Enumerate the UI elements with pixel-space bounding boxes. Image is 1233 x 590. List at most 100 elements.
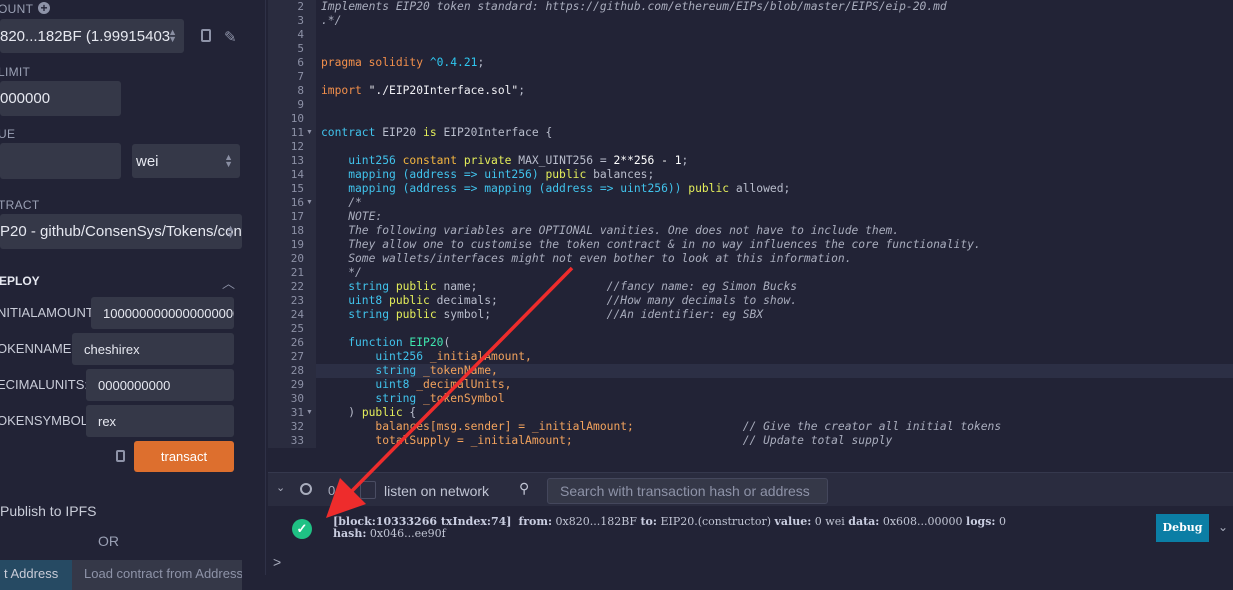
code-line: function EIP20( [321,336,450,350]
line-number: 5 [297,42,304,55]
code-line: .*/ [321,14,341,28]
code-token: _tokenSymbol [423,392,505,405]
code-token: // Update total supply [742,434,893,447]
terminal-search-input[interactable]: Search with transaction hash or address [547,478,828,504]
code-token: */ [321,266,362,279]
code-token: Implements EIP20 token standard: https:/… [321,0,947,13]
log-key: logs: [966,515,996,528]
code-token: "./EIP20Interface.sol" [368,84,519,97]
code-token: public [395,308,444,321]
code-line: They allow one to customise the token co… [321,238,981,252]
code-editor[interactable]: 2 3 4 5 6 7 8 9 10 11 ▼ 12 13 14 15 16 ▼ 17 18 19 20 21 22 23 24… [268,0,1233,448]
terminal: ⌄ 0 listen on network ⚲ Search with tran… [268,472,1233,575]
code-line: NOTE: [321,210,382,224]
line-gutter: 2 3 4 5 6 7 8 9 10 11 ▼ 12 13 14 15 16 ▼ 17 18 19 20 21 22 23 24… [268,0,316,448]
code-token: EIP20Interface { [443,126,553,139]
publish-ipfs-checkbox[interactable]: Publish to IPFS [0,503,97,519]
line-number: 24 [290,308,304,321]
code-token: string [321,392,424,405]
line-number: 3 [297,14,304,27]
add-account-icon[interactable]: + [38,2,50,14]
code-token: symbol; [443,308,607,321]
code-token: MAX_UINT256 = [518,154,614,167]
line-number: 10 [290,112,304,125]
line-number: 27 [290,350,304,363]
line-number: 23 [290,294,304,307]
transact-button[interactable]: transact [134,441,234,472]
code-token: private [463,154,519,167]
log-value: 0 wei [814,515,845,528]
code-token: string [321,308,396,321]
code-token: { [409,406,417,419]
select-arrows-icon: ▲ ▼ [226,222,235,240]
tokensymbol-input[interactable]: rex [86,405,234,437]
code-line: string _tokenSymbol [321,392,505,406]
line-number: 2 [297,0,304,13]
fold-arrow-icon[interactable]: ▼ [306,129,313,136]
gas-limit-input[interactable]: 000000 [0,81,121,116]
tokenname-input[interactable]: cheshirex [72,333,234,365]
code-token: contract [321,126,383,139]
transaction-log[interactable]: [block:10333266 txIndex:74] from: 0x820.… [333,516,1006,540]
fold-arrow-icon[interactable]: ▼ [306,409,313,416]
line-number: 15 [290,182,304,195]
code-line: string public name; //fancy name: eg Sim… [321,280,797,294]
param-label: OKENNAME: [0,341,76,356]
log-key: to: [640,515,657,528]
code-token: is [423,126,444,139]
code-token: constant [402,154,464,167]
line-number: 17 [290,210,304,223]
or-label: OR [98,533,119,549]
code-line: uint8 _decimalUnits, [321,378,511,392]
line-number: 6 [297,56,304,69]
success-check-icon: ✓ [292,519,312,539]
log-hash: 0x046...ee90f [369,527,446,540]
debug-button[interactable]: Debug [1156,514,1209,542]
code-line: /* [321,196,362,210]
value-input[interactable] [0,143,121,179]
code-line: uint8 public decimals; //How many decima… [321,294,797,308]
code-token: function [321,336,410,349]
initialamount-input[interactable]: 1000000000000000000 [91,297,234,329]
account-select[interactable]: 820...182BF (1.99915403 ▲ ▼ [0,19,184,53]
line-number: 20 [290,252,304,265]
code-token: name; [443,280,607,293]
code-token: The following variables are OPTIONAL van… [321,224,900,237]
at-address-button[interactable]: t Address [0,560,72,590]
code-line: pragma solidity ^0.4.21; [321,56,484,70]
terminal-prompt[interactable]: > [273,554,281,570]
code-token: public [389,294,437,307]
copy-icon[interactable] [201,29,211,42]
fold-arrow-icon[interactable]: ▼ [306,199,313,206]
line-number: 22 [290,280,304,293]
code-token: _initialAmount, [429,350,532,363]
line-number: 19 [290,238,304,251]
code-token: pragma solidity [321,56,430,69]
listen-checkbox[interactable] [360,481,376,499]
code-token: mapping (address => mapping (address => … [321,182,689,195]
value-label: UE [0,127,16,141]
code-line: import "./EIP20Interface.sol"; [321,84,525,98]
code-token: decimals; [436,294,607,307]
collapse-chevron-icon[interactable]: ︿ [222,273,235,292]
code-token: //An identifier: eg SBX [606,308,764,321]
contract-select[interactable]: P20 - github/ConsenSys/Tokens/cont ▲ ▼ [0,214,242,249]
select-arrows-icon: ▲ ▼ [224,152,233,169]
code-token: public [395,280,444,293]
copy-calldata-icon[interactable] [116,450,125,462]
code-token: Some wallets/interfaces might not even b… [321,252,852,265]
code-line: uint256 _initialAmount, [321,350,532,364]
code-line: Implements EIP20 token standard: https:/… [321,0,947,14]
log-key: value: [774,515,812,528]
decimalunits-input[interactable]: 0000000000 [86,369,234,401]
clear-icon[interactable] [300,483,312,495]
line-number: 4 [297,28,304,41]
expand-chevron-icon[interactable]: ⌄ [1218,520,1228,534]
code-token: balances[msg.sender] = _initialAmount; [321,420,743,433]
edit-icon[interactable]: ✎ [224,28,237,46]
log-logs: 0 [999,515,1006,528]
collapse-terminal-icon[interactable]: ⌄ [276,481,285,494]
load-contract-input[interactable]: Load contract from Address [72,560,242,590]
code-line: */ [321,266,362,280]
value-unit-select[interactable]: wei ▲ ▼ [132,144,240,178]
